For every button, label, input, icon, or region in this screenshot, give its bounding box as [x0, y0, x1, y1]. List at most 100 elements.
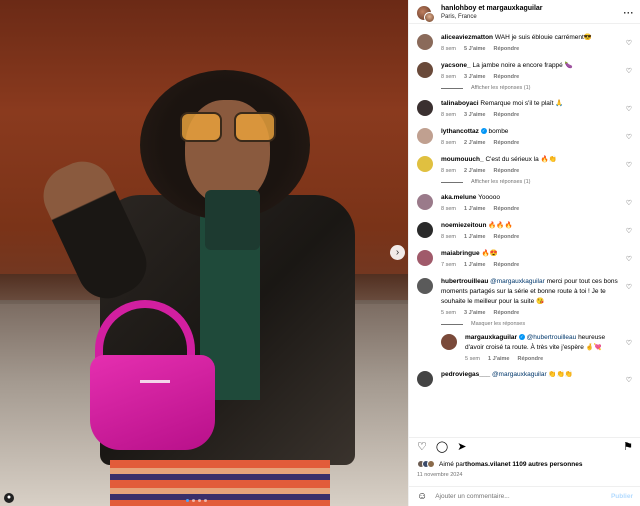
avatar[interactable] — [417, 278, 433, 294]
comment-text: C'est du sérieux la 🔥👏 — [485, 156, 557, 163]
heart-icon[interactable]: ♡ — [626, 283, 632, 291]
carousel-dots — [186, 499, 207, 502]
comment-item: hubertrouilleau @margauxkaguilar merci p… — [417, 277, 633, 316]
reply-button[interactable]: Répondre — [493, 310, 519, 316]
publish-button[interactable]: Publier — [611, 493, 633, 500]
reply-button[interactable]: Répondre — [493, 206, 519, 212]
photo-bag-label — [140, 380, 170, 383]
add-comment-bar: ☺ Publier — [409, 486, 640, 506]
heart-icon[interactable]: ♡ — [626, 199, 632, 207]
comment-username[interactable]: talinaboyaci — [441, 100, 479, 107]
comment-item: noemiezeitoun 🔥🔥🔥 8 sem 1 J'aime Répondre … — [417, 221, 633, 240]
comment-likes[interactable]: 1 J'aime — [488, 356, 510, 362]
carousel-dot — [186, 499, 189, 502]
post-authors[interactable]: hanlohboy et margauxkaguilar — [441, 4, 624, 13]
add-comment-input[interactable] — [435, 493, 611, 500]
reply-button[interactable]: Répondre — [493, 112, 519, 118]
post-date: 11 novembre 2024 — [417, 472, 463, 478]
chevron-right-icon[interactable]: › — [390, 245, 405, 260]
comment-username[interactable]: aka.melune — [441, 194, 476, 201]
heart-icon[interactable]: ♡ — [626, 105, 632, 113]
bookmark-icon[interactable]: ⚑ — [623, 442, 633, 453]
comment-age: 8 sem — [441, 140, 456, 146]
avatar[interactable] — [417, 250, 433, 266]
comment-username[interactable]: hubertrouilleau — [441, 278, 488, 285]
heart-icon[interactable]: ♡ — [626, 339, 632, 347]
emoji-icon[interactable]: ☺ — [417, 491, 427, 502]
avatar[interactable] — [441, 334, 457, 350]
comment-likes[interactable]: 5 J'aime — [464, 46, 486, 52]
comment-username[interactable]: lythancottaz — [441, 128, 479, 135]
comment-mention[interactable]: @hubertrouilleau — [527, 334, 577, 341]
comment-username[interactable]: maiabringue — [441, 250, 480, 257]
comment-text: WAH je suis éblouie carrément😎 — [494, 34, 592, 41]
comment-username[interactable]: moumouuch_ — [441, 156, 484, 163]
comment-item: aka.melune Yooooo 8 sem 1 J'aime Répondre … — [417, 193, 633, 212]
comment-text: bombe — [488, 128, 509, 135]
comment-mention[interactable]: @margauxkaguilar — [492, 371, 547, 378]
comment-likes[interactable]: 3 J'aime — [464, 310, 486, 316]
comment-item: aliceaviezmatton WAH je suis éblouie car… — [417, 33, 633, 52]
share-icon[interactable]: ➤ — [457, 442, 466, 453]
avatar[interactable] — [417, 156, 433, 172]
comment-item: yacsone_ La jambe noire a encore frappé … — [417, 61, 633, 80]
heart-icon[interactable]: ♡ — [626, 161, 632, 169]
reply-button[interactable]: Répondre — [493, 234, 519, 240]
reply-button[interactable]: Répondre — [493, 46, 519, 52]
post-location[interactable]: Paris, France — [441, 13, 624, 22]
heart-icon[interactable]: ♡ — [626, 376, 632, 384]
avatar — [427, 460, 435, 468]
reply-button[interactable]: Répondre — [517, 356, 543, 362]
reply-button[interactable]: Répondre — [493, 74, 519, 80]
comment-likes[interactable]: 3 J'aime — [464, 112, 486, 118]
comment-text: 👏👏👏 — [546, 371, 573, 378]
comment-likes[interactable]: 3 J'aime — [464, 74, 486, 80]
comment-item: moumouuch_ C'est du sérieux la 🔥👏 8 sem 2… — [417, 155, 633, 174]
comment-text: 🔥😍 — [481, 250, 498, 257]
comment-username[interactable]: aliceaviezmatton — [441, 34, 493, 41]
heart-icon[interactable]: ♡ — [626, 133, 632, 141]
more-icon[interactable]: ··· — [624, 8, 635, 18]
heart-icon[interactable]: ♡ — [626, 255, 632, 263]
comment-likes[interactable]: 2 J'aime — [464, 168, 486, 174]
post-photo[interactable]: › ● — [0, 0, 408, 506]
avatar[interactable] — [417, 194, 433, 210]
reply-button[interactable]: Répondre — [493, 262, 519, 268]
author-avatar[interactable] — [417, 5, 435, 23]
show-replies-button[interactable]: Afficher les réponses (1) — [441, 179, 633, 185]
avatar[interactable] — [417, 34, 433, 50]
liked-by-suffix[interactable]: et 1109 autres personnes — [505, 461, 583, 468]
avatar[interactable] — [417, 100, 433, 116]
show-replies-button[interactable]: Afficher les réponses (1) — [441, 85, 633, 91]
carousel-dot — [204, 499, 207, 502]
avatar[interactable] — [417, 371, 433, 387]
comment-likes[interactable]: 1 J'aime — [464, 206, 486, 212]
reply-button[interactable]: Répondre — [493, 140, 519, 146]
comment-mention[interactable]: @margauxkaguilar — [490, 278, 545, 285]
heart-icon[interactable]: ♡ — [626, 227, 632, 235]
reply-button[interactable]: Répondre — [493, 168, 519, 174]
hide-replies-button[interactable]: Masquer les réponses — [441, 321, 633, 327]
comment-likes[interactable]: 1 J'aime — [464, 234, 486, 240]
reply-item: margauxkaguilar ✓ @hubertrouilleau heure… — [441, 333, 633, 362]
tagged-users-icon[interactable]: ● — [4, 493, 14, 503]
avatar[interactable] — [417, 62, 433, 78]
comment-age: 7 sem — [441, 262, 456, 268]
post-header: hanlohboy et margauxkaguilar Paris, Fran… — [409, 0, 640, 24]
comment-likes[interactable]: 2 J'aime — [464, 140, 486, 146]
comment-username[interactable]: pedroviegas___ — [441, 371, 490, 378]
heart-icon[interactable]: ♡ — [626, 67, 632, 75]
comment-item: pedroviegas___ @margauxkaguilar 👏👏👏 ♡ — [417, 370, 633, 387]
heart-icon[interactable]: ♡ — [417, 442, 427, 453]
avatar[interactable] — [417, 222, 433, 238]
heart-icon[interactable]: ♡ — [626, 39, 632, 47]
comment-username[interactable]: noemiezeitoun — [441, 222, 487, 229]
avatar[interactable] — [417, 128, 433, 144]
comments-list[interactable]: aliceaviezmatton WAH je suis éblouie car… — [409, 25, 640, 435]
comment-icon[interactable]: ◯ — [436, 442, 448, 453]
comment-username[interactable]: margauxkaguilar — [465, 334, 517, 341]
liked-by-user[interactable]: thomas.vilan — [465, 461, 505, 468]
comment-username[interactable]: yacsone_ — [441, 62, 471, 69]
comment-likes[interactable]: 1 J'aime — [464, 262, 486, 268]
comment-age: 8 sem — [441, 112, 456, 118]
